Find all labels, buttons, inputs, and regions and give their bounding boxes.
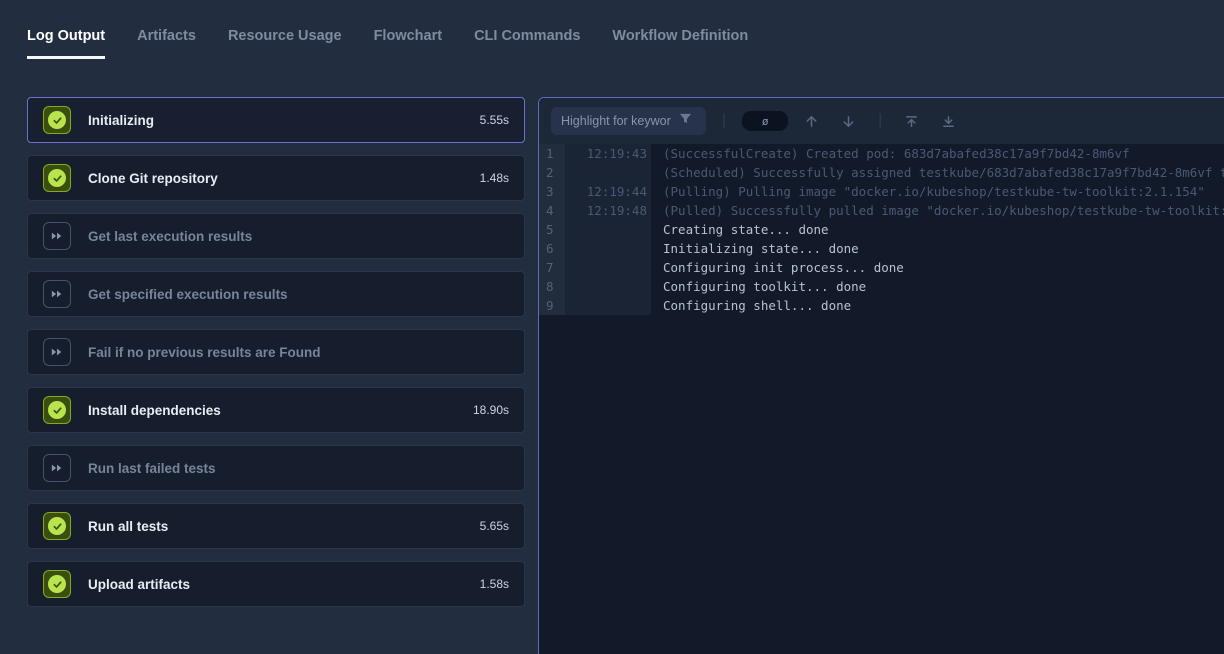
tab-artifacts[interactable]: Artifacts bbox=[137, 28, 196, 56]
keyword-search-field[interactable] bbox=[551, 107, 706, 135]
tab-cli-commands[interactable]: CLI Commands bbox=[474, 28, 580, 56]
log-line: 9 Configuring shell... done bbox=[539, 296, 1224, 315]
step-label: Fail if no previous results are Found bbox=[88, 345, 321, 360]
log-line: 8 Configuring toolkit... done bbox=[539, 277, 1224, 296]
log-line-number: 4 bbox=[539, 201, 565, 220]
log-line: 7 Configuring init process... done bbox=[539, 258, 1224, 277]
log-line-number: 7 bbox=[539, 258, 565, 277]
log-line-number: 2 bbox=[539, 163, 565, 182]
step-duration: 18.90s bbox=[473, 403, 509, 417]
log-line-number: 5 bbox=[539, 220, 565, 239]
tab-bar: Log Output Artifacts Resource Usage Flowcha… bbox=[27, 28, 748, 59]
log-line-text: Creating state... done bbox=[651, 220, 829, 239]
step-label: Run last failed tests bbox=[88, 461, 216, 476]
skipped-fast-forward-icon bbox=[43, 280, 71, 308]
step-duration: 1.48s bbox=[480, 171, 509, 185]
workflow-step-row[interactable]: Upload artifacts 1.58s bbox=[27, 561, 525, 607]
log-line-text: (Pulled) Successfully pulled image "dock… bbox=[651, 201, 1224, 220]
log-line-text: Configuring shell... done bbox=[651, 296, 851, 315]
skipped-fast-forward-icon bbox=[43, 338, 71, 366]
step-label: Get specified execution results bbox=[88, 287, 288, 302]
log-line: 3 12:19:44 (Pulling) Pulling image "dock… bbox=[539, 182, 1224, 201]
tab-log-output[interactable]: Log Output bbox=[27, 28, 105, 59]
log-line-number: 6 bbox=[539, 239, 565, 258]
toolbar-divider: | bbox=[716, 112, 732, 130]
step-label: Get last execution results bbox=[88, 229, 252, 244]
log-toolbar: | ø | bbox=[539, 98, 1224, 144]
workflow-step-row[interactable]: Get specified execution results bbox=[27, 271, 525, 317]
workflow-step-row[interactable]: Run last failed tests bbox=[27, 445, 525, 491]
passed-check-icon bbox=[43, 396, 71, 424]
log-line: 1 12:19:43 (SuccessfulCreate) Created po… bbox=[539, 144, 1224, 163]
log-line-number: 9 bbox=[539, 296, 565, 315]
log-line-timestamp bbox=[565, 163, 651, 182]
log-line-timestamp: 12:19:48 bbox=[565, 201, 651, 220]
next-match-arrow-down-icon[interactable] bbox=[835, 112, 862, 131]
workflow-step-row[interactable]: Clone Git repository 1.48s bbox=[27, 155, 525, 201]
log-line-timestamp bbox=[565, 258, 651, 277]
log-line-timestamp bbox=[565, 220, 651, 239]
step-label: Run all tests bbox=[88, 519, 168, 534]
passed-check-icon bbox=[43, 164, 71, 192]
log-line-text: (SuccessfulCreate) Created pod: 683d7aba… bbox=[651, 144, 1130, 163]
prev-match-arrow-up-icon[interactable] bbox=[798, 112, 825, 131]
log-line-text: Configuring init process... done bbox=[651, 258, 904, 277]
log-line: 5 Creating state... done bbox=[539, 220, 1224, 239]
log-line-timestamp bbox=[565, 296, 651, 315]
scroll-to-bottom-icon[interactable] bbox=[935, 112, 962, 131]
workflow-step-row[interactable]: Install dependencies 18.90s bbox=[27, 387, 525, 433]
filter-icon bbox=[679, 112, 692, 130]
skipped-fast-forward-icon bbox=[43, 454, 71, 482]
passed-check-icon bbox=[43, 512, 71, 540]
passed-check-icon bbox=[43, 570, 71, 598]
log-line-number: 8 bbox=[539, 277, 565, 296]
scroll-to-top-icon[interactable] bbox=[898, 112, 925, 131]
log-line-timestamp: 12:19:44 bbox=[565, 182, 651, 201]
step-label: Initializing bbox=[88, 113, 154, 128]
step-label: Clone Git repository bbox=[88, 171, 218, 186]
step-duration: 5.65s bbox=[480, 519, 509, 533]
step-label: Install dependencies bbox=[88, 403, 221, 418]
log-line-timestamp bbox=[565, 277, 651, 296]
step-duration: 5.55s bbox=[480, 113, 509, 127]
log-line-text: Initializing state... done bbox=[651, 239, 859, 258]
log-line-text: (Pulling) Pulling image "docker.io/kubes… bbox=[651, 182, 1205, 201]
log-line-number: 1 bbox=[539, 144, 565, 163]
log-lines: 1 12:19:43 (SuccessfulCreate) Created po… bbox=[539, 144, 1224, 315]
log-line-number: 3 bbox=[539, 182, 565, 201]
log-line-timestamp: 12:19:43 bbox=[565, 144, 651, 163]
workflow-step-list: Initializing 5.55s Clone Git repository … bbox=[27, 97, 525, 619]
step-duration: 1.58s bbox=[480, 577, 509, 591]
log-line-timestamp bbox=[565, 239, 651, 258]
log-line-text: Configuring toolkit... done bbox=[651, 277, 866, 296]
log-line: 2 (Scheduled) Successfully assigned test… bbox=[539, 163, 1224, 182]
workflow-step-row[interactable]: Fail if no previous results are Found bbox=[27, 329, 525, 375]
step-label: Upload artifacts bbox=[88, 577, 190, 592]
match-count-badge: ø bbox=[742, 111, 788, 131]
tab-resource-usage[interactable]: Resource Usage bbox=[228, 28, 342, 56]
log-line: 6 Initializing state... done bbox=[539, 239, 1224, 258]
tab-flowchart[interactable]: Flowchart bbox=[374, 28, 442, 56]
passed-check-icon bbox=[43, 106, 71, 134]
workflow-step-row[interactable]: Run all tests 5.65s bbox=[27, 503, 525, 549]
workflow-step-row[interactable]: Get last execution results bbox=[27, 213, 525, 259]
skipped-fast-forward-icon bbox=[43, 222, 71, 250]
workflow-step-row[interactable]: Initializing 5.55s bbox=[27, 97, 525, 143]
keyword-search-input[interactable] bbox=[561, 114, 671, 128]
tab-workflow-definition[interactable]: Workflow Definition bbox=[612, 28, 748, 56]
log-output-panel: | ø | 1 12:19:43 (SuccessfulCreate) Crea… bbox=[538, 97, 1224, 654]
toolbar-divider: | bbox=[872, 112, 888, 130]
log-line-text: (Scheduled) Successfully assigned testku… bbox=[651, 163, 1224, 182]
log-line: 4 12:19:48 (Pulled) Successfully pulled … bbox=[539, 201, 1224, 220]
